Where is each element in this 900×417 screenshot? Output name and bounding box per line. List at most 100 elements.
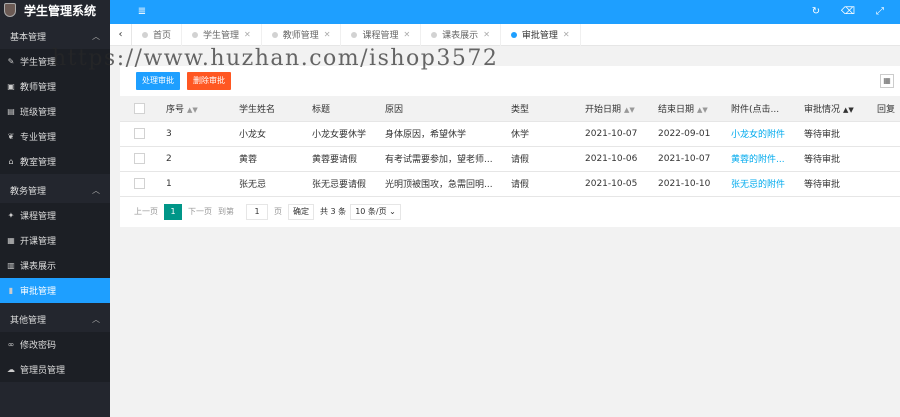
cell-reason: 身体原因，希望休学: [379, 121, 505, 147]
column-header[interactable]: 开始日期 ▲▼: [579, 96, 652, 122]
pencil-icon: ✎: [7, 57, 15, 66]
sort-icon: ▲▼: [187, 105, 198, 114]
cell-type: 请假: [505, 146, 579, 172]
next-page-button[interactable]: 下一页: [188, 206, 212, 217]
refresh-icon[interactable]: ↻: [806, 0, 826, 24]
calendar-icon: ▦: [7, 236, 15, 245]
cell-type: 休学: [505, 121, 579, 147]
goto-label: 到第: [218, 207, 234, 216]
select-all-checkbox[interactable]: [120, 96, 160, 122]
tab-scroll-left-icon[interactable]: ‹: [110, 23, 132, 46]
page-unit-label: 页: [274, 207, 282, 216]
row-checkbox[interactable]: [120, 121, 160, 147]
watermark: https://www.huzhan.com/ishop3572: [52, 46, 499, 71]
tab-bar: ‹ 首页 学生管理 ✕ 教师管理 ✕ 课程管理 ✕ 课表展示 ✕ 审批管理 ✕: [110, 23, 900, 46]
tab-home[interactable]: 首页: [132, 23, 183, 46]
tab-label: 课表展示: [442, 31, 479, 41]
cell-status: 等待审批: [798, 171, 871, 197]
cell-student: 小龙女: [233, 121, 306, 147]
fullscreen-icon[interactable]: ⤢: [870, 0, 890, 24]
attachment-link[interactable]: 张无忌的附件: [725, 171, 798, 197]
sidebar-item-change-password[interactable]: ∞ 修改密码: [0, 332, 110, 357]
list-icon: ▤: [7, 107, 15, 116]
logo-icon: [4, 3, 16, 17]
sidebar-item-label: 课程管理: [20, 212, 57, 222]
cell-reply: [871, 121, 900, 147]
column-header: 学生姓名: [233, 96, 306, 122]
prev-page-button[interactable]: 上一页: [134, 206, 158, 217]
menu-toggle-icon[interactable]: ≣: [132, 0, 152, 24]
tab-students[interactable]: 学生管理 ✕: [182, 23, 262, 46]
sidebar-item-majors[interactable]: ❦ 专业管理: [0, 124, 110, 149]
close-icon[interactable]: ✕: [403, 30, 410, 39]
tab-dot: [510, 31, 517, 38]
table-header-row: 序号 ▲▼ 学生姓名 标题 原因 类型 开始日期 ▲▼ 结束日期 ▲▼ 附件(点击..…: [120, 96, 900, 122]
tab-approvals[interactable]: 审批管理 ✕: [501, 23, 581, 46]
tab-teachers[interactable]: 教师管理 ✕: [262, 23, 342, 46]
column-header: 附件(点击...: [725, 96, 798, 122]
tab-dot: [192, 31, 199, 38]
nav-group-academic[interactable]: 教务管理 ︿: [0, 178, 110, 203]
tab-dot: [142, 31, 148, 38]
current-page-button[interactable]: 1: [164, 203, 182, 220]
row-checkbox[interactable]: [120, 146, 160, 172]
cell-reply: [871, 171, 900, 197]
tab-dot: [431, 31, 438, 38]
sidebar-item-approvals[interactable]: ▮ 审批管理: [0, 278, 110, 303]
sidebar-item-label: 学生管理: [20, 58, 57, 68]
sidebar-item-teachers[interactable]: ▣ 教师管理: [0, 74, 110, 99]
link-icon: ∞: [7, 340, 15, 349]
page-size-select[interactable]: 10 条/页 ⌄: [350, 203, 401, 220]
table-icon: ▥: [7, 261, 15, 270]
close-icon[interactable]: ✕: [563, 30, 570, 39]
tab-label: 教师管理: [282, 31, 319, 41]
sidebar-item-courses[interactable]: ✦ 课程管理: [0, 203, 110, 228]
nav-group-label: 教务管理: [10, 187, 47, 197]
row-checkbox[interactable]: [120, 171, 160, 197]
app-title: 学生管理系统: [24, 3, 97, 18]
column-header: 类型: [505, 96, 579, 122]
attachment-link[interactable]: 黄蓉的附件...: [725, 146, 798, 172]
nav-group-other[interactable]: 其他管理 ︿: [0, 307, 110, 332]
sidebar-item-admins[interactable]: ☁ 管理员管理: [0, 357, 110, 382]
cell-id: 1: [160, 171, 233, 197]
close-icon[interactable]: ✕: [483, 30, 490, 39]
column-header[interactable]: 审批情况 ▲▼: [798, 96, 871, 122]
sidebar-item-timetable[interactable]: ▥ 课表展示: [0, 253, 110, 278]
goto-confirm-button[interactable]: 确定: [288, 203, 314, 220]
columns-filter-icon[interactable]: ▦: [880, 74, 894, 88]
cell-end-date: 2021-10-10: [652, 171, 725, 197]
delete-approval-button[interactable]: 删除审批: [187, 72, 231, 90]
tab-dot: [351, 31, 358, 38]
process-approval-button[interactable]: 处理审批: [136, 72, 180, 90]
goto-page-input[interactable]: 1: [246, 203, 268, 220]
sidebar-item-label: 审批管理: [20, 287, 57, 297]
table-row[interactable]: 3 小龙女 小龙女要休学 身体原因，希望休学 休学 2021-10-07 202…: [120, 121, 900, 147]
sidebar-item-open-courses[interactable]: ▦ 开课管理: [0, 228, 110, 253]
attachment-link[interactable]: 小龙女的附件: [725, 121, 798, 147]
cell-title: 张无忌要请假: [306, 171, 379, 197]
sidebar-item-classrooms[interactable]: ⌂ 教室管理: [0, 149, 110, 174]
close-icon[interactable]: ✕: [244, 30, 251, 39]
cell-id: 2: [160, 146, 233, 172]
approval-panel: 处理审批 删除审批 ▦ 序号 ▲▼ 学生姓名 标题 原因 类型 开始日期 ▲▼ 结束…: [120, 66, 900, 227]
column-header[interactable]: 序号 ▲▼: [160, 96, 233, 122]
close-icon[interactable]: ✕: [324, 30, 331, 39]
tab-courses[interactable]: 课程管理 ✕: [341, 23, 422, 46]
tab-label: 课程管理: [362, 31, 399, 41]
table-row[interactable]: 1 张无忌 张无忌要请假 光明顶被围攻，急需回明... 请假 2021-10-0…: [120, 171, 900, 197]
book-icon: ▮: [8, 286, 14, 295]
sidebar-item-classes[interactable]: ▤ 班级管理: [0, 99, 110, 124]
cell-status: 等待审批: [798, 121, 871, 147]
cell-reply: [871, 146, 900, 172]
sort-icon: ▲▼: [697, 105, 708, 114]
sidebar-item-label: 开课管理: [20, 237, 57, 247]
tab-label: 学生管理: [203, 31, 240, 41]
sidebar-item-label: 教师管理: [20, 83, 57, 93]
tab-timetable[interactable]: 课表展示 ✕: [421, 23, 501, 46]
column-header[interactable]: 结束日期 ▲▼: [652, 96, 725, 122]
table-row[interactable]: 2 黄蓉 黄蓉要请假 有考试需要参加，望老师... 请假 2021-10-06 …: [120, 146, 900, 172]
cell-student: 黄蓉: [233, 146, 306, 172]
sidebar-item-label: 班级管理: [20, 108, 57, 118]
trash-icon[interactable]: ⌫: [838, 0, 858, 24]
